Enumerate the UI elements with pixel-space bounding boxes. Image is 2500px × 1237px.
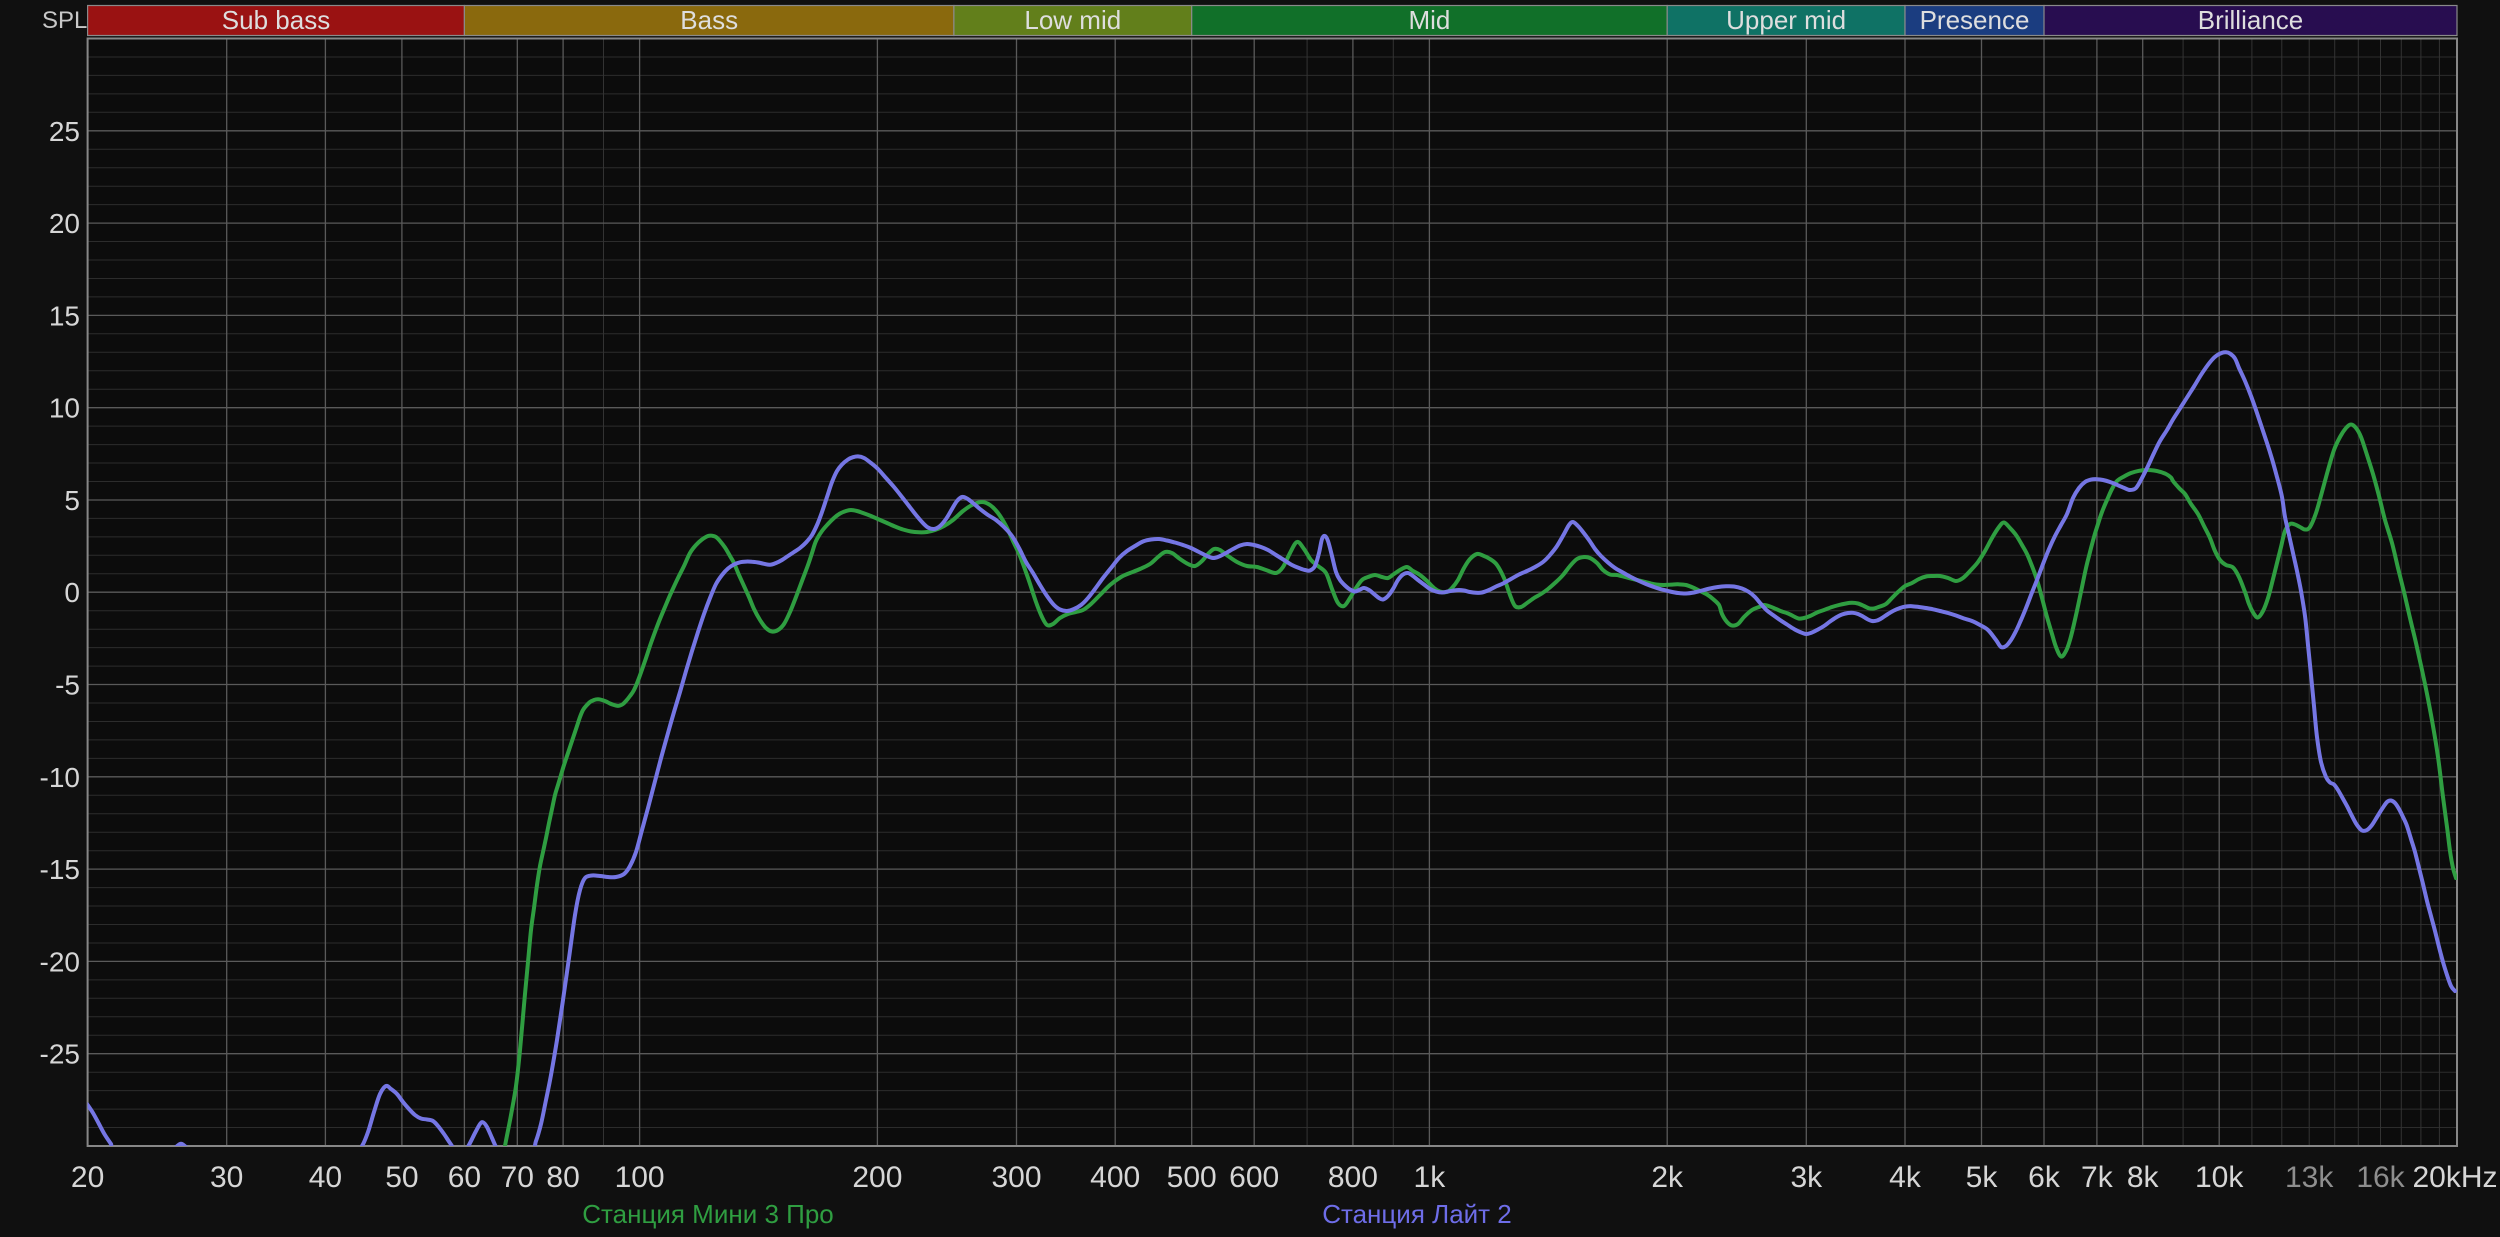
- svg-text:70: 70: [501, 1161, 534, 1194]
- svg-text:40: 40: [309, 1161, 342, 1194]
- svg-text:Brilliance: Brilliance: [2198, 5, 2304, 35]
- svg-text:2k: 2k: [1651, 1161, 1684, 1194]
- svg-text:-25: -25: [40, 1039, 80, 1070]
- svg-text:5k: 5k: [1966, 1161, 1999, 1194]
- svg-text:400: 400: [1090, 1161, 1140, 1194]
- svg-text:6k: 6k: [2028, 1161, 2061, 1194]
- svg-text:3k: 3k: [1790, 1161, 1823, 1194]
- svg-text:1k: 1k: [1414, 1161, 1447, 1194]
- svg-text:Upper mid: Upper mid: [1726, 5, 1846, 35]
- svg-text:Presence: Presence: [1920, 5, 2030, 35]
- svg-text:20kHz: 20kHz: [2412, 1161, 2497, 1194]
- svg-text:0: 0: [64, 577, 80, 608]
- svg-text:-20: -20: [40, 946, 80, 977]
- svg-text:10k: 10k: [2195, 1161, 2244, 1194]
- svg-text:Sub bass: Sub bass: [222, 5, 330, 35]
- svg-text:500: 500: [1167, 1161, 1217, 1194]
- svg-text:7k: 7k: [2081, 1161, 2114, 1194]
- svg-text:30: 30: [210, 1161, 243, 1194]
- svg-text:Станция Лайт 2: Станция Лайт 2: [1322, 1199, 1512, 1229]
- svg-text:300: 300: [991, 1161, 1041, 1194]
- svg-text:Станция Мини 3 Про: Станция Мини 3 Про: [582, 1199, 834, 1229]
- svg-text:5: 5: [64, 485, 80, 516]
- svg-text:13k: 13k: [2285, 1161, 2334, 1194]
- svg-text:-5: -5: [55, 670, 80, 701]
- svg-text:200: 200: [852, 1161, 902, 1194]
- svg-text:60: 60: [448, 1161, 481, 1194]
- svg-text:100: 100: [615, 1161, 665, 1194]
- svg-text:-15: -15: [40, 854, 80, 885]
- svg-text:800: 800: [1328, 1161, 1378, 1194]
- svg-text:15: 15: [49, 300, 80, 331]
- svg-text:16k: 16k: [2356, 1161, 2405, 1194]
- svg-text:600: 600: [1229, 1161, 1279, 1194]
- svg-text:Mid: Mid: [1408, 5, 1450, 35]
- svg-text:Low mid: Low mid: [1024, 5, 1121, 35]
- svg-text:50: 50: [385, 1161, 418, 1194]
- svg-text:25: 25: [49, 116, 80, 147]
- svg-text:SPL: SPL: [42, 7, 87, 34]
- svg-text:-10: -10: [40, 762, 80, 793]
- svg-text:8k: 8k: [2127, 1161, 2160, 1194]
- svg-text:20: 20: [49, 208, 80, 239]
- svg-text:80: 80: [546, 1161, 579, 1194]
- svg-text:Bass: Bass: [680, 5, 738, 35]
- svg-text:20: 20: [71, 1161, 104, 1194]
- svg-text:10: 10: [49, 393, 80, 424]
- svg-text:4k: 4k: [1889, 1161, 1922, 1194]
